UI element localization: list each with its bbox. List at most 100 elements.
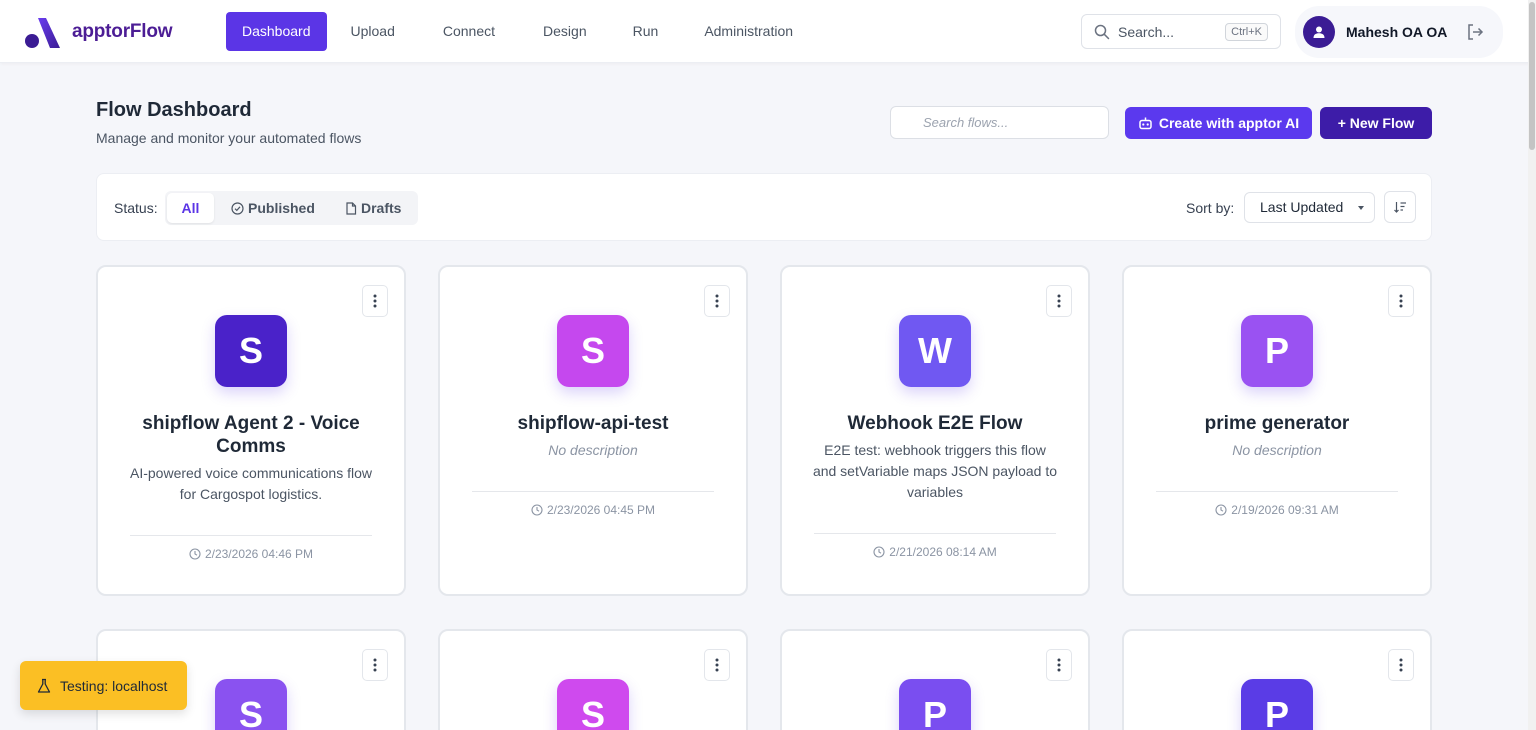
flow-description: E2E test: webhook triggers this flow and…	[812, 442, 1058, 500]
flow-card[interactable]: S shipflow-api-test No description 2/23/…	[438, 265, 748, 596]
flow-updated-time: 2/19/2026 09:31 AM	[1231, 503, 1339, 517]
card-menu-button[interactable]	[704, 285, 730, 317]
flow-initial-tile: S	[557, 679, 629, 730]
sort-direction-button[interactable]	[1384, 191, 1416, 223]
nav-design[interactable]: Design	[527, 12, 603, 51]
filter-drafts-label: Drafts	[361, 200, 402, 216]
page-title: Flow Dashboard	[96, 99, 252, 121]
search-shortcut-badge: Ctrl+K	[1225, 22, 1268, 41]
filter-published[interactable]: Published	[231, 193, 315, 223]
more-vertical-icon	[373, 294, 377, 308]
card-divider	[130, 535, 372, 536]
search-icon	[1094, 24, 1110, 39]
flow-card[interactable]: S	[438, 629, 748, 730]
card-menu-button[interactable]	[704, 649, 730, 681]
filter-all[interactable]: All	[167, 193, 214, 223]
more-vertical-icon	[1057, 658, 1061, 672]
more-vertical-icon	[1399, 658, 1403, 672]
global-search-placeholder: Search...	[1118, 23, 1175, 40]
card-menu-button[interactable]	[1388, 285, 1414, 317]
nav-dashboard[interactable]: Dashboard	[226, 12, 327, 51]
flow-title: Webhook E2E Flow	[847, 413, 1023, 434]
more-vertical-icon	[373, 658, 377, 672]
flow-card[interactable]: P prime generator No description 2/19/20…	[1122, 265, 1432, 596]
more-vertical-icon	[715, 658, 719, 672]
clock-icon	[1215, 504, 1227, 516]
robot-icon	[1139, 117, 1152, 129]
filter-bar: Status: All Published Drafts Sort by: La…	[96, 173, 1432, 241]
user-icon	[1313, 26, 1325, 38]
status-filter-label: Status:	[114, 200, 158, 216]
page-scrollbar[interactable]	[1528, 0, 1536, 730]
card-divider	[1156, 491, 1398, 492]
nav-upload[interactable]: Upload	[335, 12, 411, 51]
clock-icon	[531, 504, 543, 516]
flow-initial-tile: S	[557, 315, 629, 387]
flow-title: prime generator	[1204, 413, 1350, 434]
flow-initial-tile: P	[1241, 315, 1313, 387]
new-flow-label: + New Flow	[1337, 115, 1415, 131]
environment-badge[interactable]: Testing: localhost	[20, 661, 187, 710]
app-logo[interactable]: apptorFlow	[24, 14, 173, 50]
clock-icon	[189, 548, 201, 560]
flow-initial-tile: W	[899, 315, 971, 387]
flask-icon	[37, 678, 51, 693]
card-menu-button[interactable]	[1388, 649, 1414, 681]
card-menu-button[interactable]	[1046, 285, 1072, 317]
user-name: Mahesh OA OA	[1346, 24, 1448, 40]
flow-updated: 2/23/2026 04:45 PM	[440, 503, 746, 517]
sort-select[interactable]: Last Updated	[1244, 192, 1375, 223]
flow-description: No description	[1232, 442, 1322, 458]
flow-search-input[interactable]: Search flows...	[890, 106, 1109, 139]
flow-title: shipflow-api-test	[517, 413, 669, 434]
card-menu-button[interactable]	[1046, 649, 1072, 681]
scrollbar-thumb[interactable]	[1529, 2, 1535, 150]
flow-description: No description	[548, 442, 638, 458]
page-subtitle: Manage and monitor your automated flows	[96, 130, 362, 146]
document-icon	[346, 201, 357, 215]
flow-updated: 2/19/2026 09:31 AM	[1124, 503, 1430, 517]
apptorflow-logo-icon	[25, 18, 60, 48]
nav-run[interactable]: Run	[617, 12, 675, 51]
clock-icon	[873, 546, 885, 558]
check-circle-icon	[231, 201, 244, 215]
sort-select-value: Last Updated	[1260, 199, 1344, 215]
more-vertical-icon	[1057, 294, 1061, 308]
avatar[interactable]	[1303, 16, 1335, 48]
nav-administration[interactable]: Administration	[688, 12, 809, 51]
environment-label: Testing: localhost	[60, 677, 168, 694]
flow-updated: 2/23/2026 04:46 PM	[98, 547, 404, 561]
new-flow-button[interactable]: + New Flow	[1320, 107, 1432, 139]
status-filter-group: All Published Drafts	[165, 191, 418, 225]
flow-updated-time: 2/23/2026 04:46 PM	[204, 547, 314, 561]
flow-initial-tile: S	[215, 315, 287, 387]
card-divider	[814, 533, 1056, 534]
flow-card[interactable]: P	[1122, 629, 1432, 730]
flow-card[interactable]: S shipflow Agent 2 - Voice Comms AI-powe…	[96, 265, 406, 596]
flow-title: shipflow Agent 2 - Voice Comms	[142, 413, 360, 457]
nav-connect[interactable]: Connect	[427, 12, 511, 51]
sort-descending-icon	[1394, 202, 1406, 213]
chevron-down-icon	[1358, 206, 1364, 210]
flow-updated: 2/21/2026 08:14 AM	[782, 545, 1088, 559]
flow-card[interactable]: W Webhook E2E Flow E2E test: webhook tri…	[780, 265, 1090, 596]
more-vertical-icon	[1399, 294, 1403, 308]
filter-published-label: Published	[248, 200, 315, 216]
flow-card[interactable]: P	[780, 629, 1090, 730]
flow-updated-time: 2/21/2026 08:14 AM	[889, 545, 997, 559]
flow-description: AI-powered voice communications flow for…	[130, 465, 372, 502]
global-search[interactable]: Search... Ctrl+K	[1081, 14, 1281, 49]
user-menu[interactable]: Mahesh OA OA	[1295, 6, 1503, 58]
flow-initial-tile: P	[1241, 679, 1313, 730]
card-menu-button[interactable]	[362, 649, 388, 681]
more-vertical-icon	[715, 294, 719, 308]
create-with-ai-label: Create with apptor AI	[1158, 115, 1300, 131]
create-with-ai-button[interactable]: Create with apptor AI	[1125, 107, 1312, 139]
card-divider	[472, 491, 714, 492]
card-menu-button[interactable]	[362, 285, 388, 317]
top-navigation-bar: apptorFlow Dashboard Upload Connect Desi…	[0, 0, 1536, 63]
logout-icon[interactable]	[1465, 22, 1485, 42]
filter-drafts[interactable]: Drafts	[345, 193, 401, 223]
flow-initial-tile: P	[899, 679, 971, 730]
app-name: apptorFlow	[72, 21, 173, 42]
